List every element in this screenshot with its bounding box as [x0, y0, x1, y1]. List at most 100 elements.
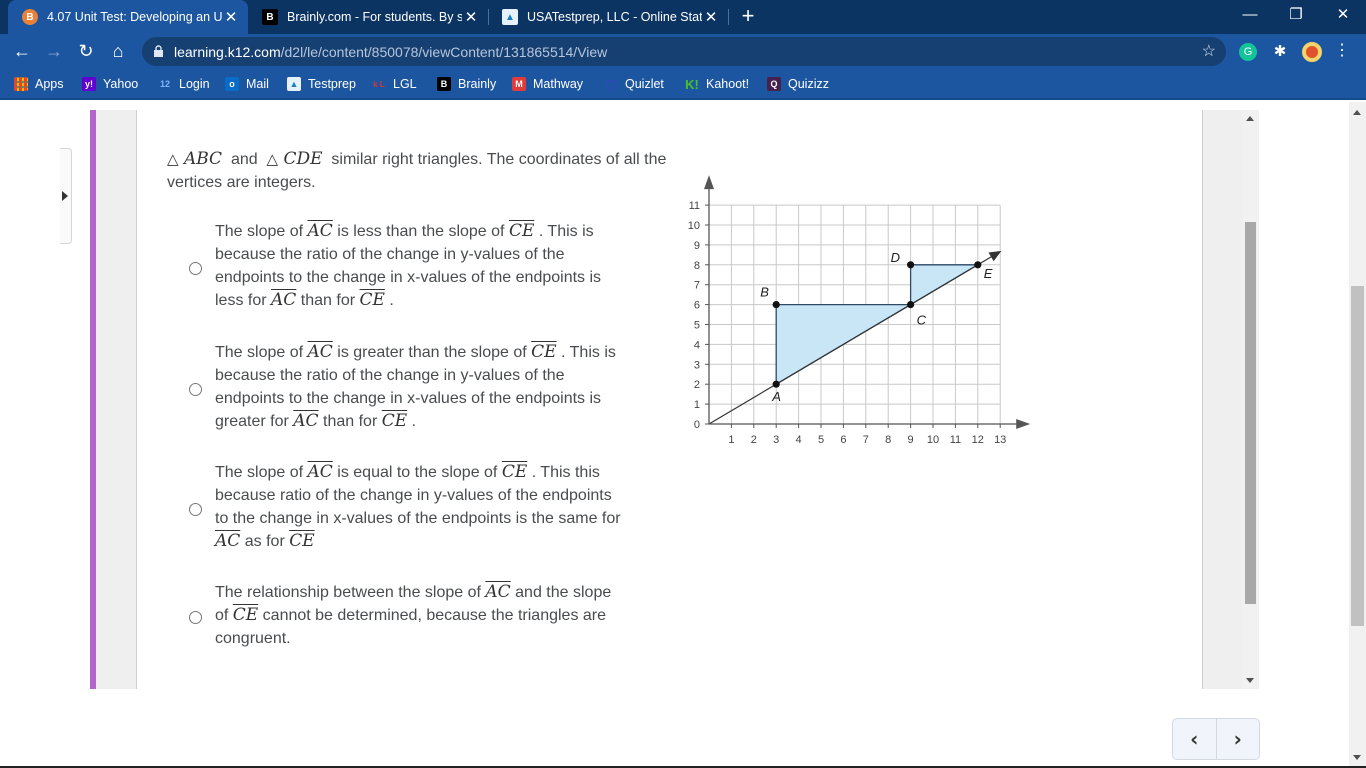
- bookmark-yahoo[interactable]: y! Yahoo: [82, 76, 138, 92]
- bookmark-login[interactable]: 12 Login: [158, 76, 210, 92]
- bookmark-kahoot[interactable]: K! Kahoot!: [685, 76, 749, 92]
- close-tab-icon[interactable]: ✕: [462, 8, 480, 26]
- browser-toolbar: ← → ↻ ⌂ learning.k12.com/d2l/le/content/…: [0, 34, 1366, 68]
- point-c: [907, 301, 915, 309]
- question-stem: △ ABC and △ CDE similar right triangles.…: [167, 149, 667, 191]
- scroll-down-arrow-icon[interactable]: [1353, 755, 1361, 760]
- menu-kebab-icon[interactable]: ⋮: [1330, 39, 1354, 63]
- bookmark-quizizz[interactable]: Q Quizizz: [767, 76, 829, 92]
- x-tick-label: 8: [885, 434, 891, 446]
- next-page-button[interactable]: ›: [1217, 719, 1260, 759]
- answer-option-4[interactable]: The relationship between the slope of AC…: [167, 581, 627, 650]
- point-label-d: D: [891, 250, 900, 265]
- bookmark-label: Brainly: [458, 77, 497, 91]
- bookmark-brainly[interactable]: B Brainly: [437, 76, 496, 92]
- y-tick-label: 6: [694, 300, 700, 312]
- bookmark-lgl[interactable]: k L LGL: [372, 76, 417, 92]
- y-tick-label: 8: [694, 260, 700, 272]
- url-text[interactable]: learning.k12.com/d2l/le/content/850078/v…: [174, 44, 607, 60]
- kahoot-icon: K!: [685, 76, 699, 92]
- bookmark-star-icon[interactable]: ☆: [1202, 41, 1216, 61]
- point-a: [772, 380, 780, 388]
- triangle-cde: △ CDE: [266, 149, 323, 169]
- x-tick-label: 5: [818, 434, 824, 446]
- sidebar-toggle-button[interactable]: [60, 148, 72, 244]
- bookmark-testprep[interactable]: ▲ Testprep: [287, 76, 356, 92]
- answer-option-3[interactable]: The slope of AC is equal to the slope of…: [167, 461, 627, 553]
- option-text: The slope of AC is less than the slope o…: [215, 221, 602, 310]
- y-tick-label: 2: [694, 379, 700, 391]
- forward-button[interactable]: →: [42, 39, 66, 63]
- caret-right-icon: [62, 191, 68, 201]
- scroll-down-arrow-icon[interactable]: [1246, 678, 1254, 683]
- y-tick-label: 3: [694, 359, 700, 371]
- apps-grid-icon: [14, 77, 28, 91]
- quizizz-icon: Q: [767, 77, 781, 91]
- close-tab-icon[interactable]: ✕: [702, 8, 720, 26]
- url-path: /d2l/le/content/850078/viewContent/13186…: [280, 44, 608, 60]
- point-e: [974, 261, 982, 269]
- scroll-up-arrow-icon[interactable]: [1353, 110, 1361, 115]
- tab-usatestprep[interactable]: ▲ USATestprep, LLC - Online State- ✕: [488, 0, 728, 34]
- x-tick-label: 9: [908, 434, 914, 446]
- question-frame: △ ABC and △ CDE similar right triangles.…: [137, 110, 1202, 689]
- window-close-button[interactable]: ✕: [1320, 0, 1366, 30]
- x-tick-label: 2: [751, 434, 757, 446]
- extensions-puzzle-icon[interactable]: ✱: [1271, 43, 1289, 61]
- new-tab-button[interactable]: +: [736, 4, 760, 28]
- bookmark-label: LGL: [393, 77, 417, 91]
- k12-icon: 12: [159, 79, 170, 89]
- y-tick-label: 11: [689, 200, 700, 212]
- x-tick-label: 7: [863, 434, 869, 446]
- point-d: [907, 261, 915, 269]
- radio-button[interactable]: [189, 383, 202, 396]
- bookmark-mail[interactable]: o Mail: [225, 76, 269, 92]
- point-label-c: C: [917, 313, 927, 328]
- bookmark-label: Apps: [35, 77, 64, 91]
- back-button[interactable]: ←: [10, 39, 34, 63]
- ray-arrowhead: [988, 250, 1002, 262]
- minimize-button[interactable]: —: [1227, 0, 1273, 30]
- triangle-abc: △ ABC: [167, 149, 223, 169]
- restore-button[interactable]: ❐: [1273, 0, 1319, 30]
- reload-button[interactable]: ↻: [74, 39, 98, 63]
- bookmark-quizlet[interactable]: Q Quizlet: [604, 76, 664, 92]
- quizlet-icon: Q: [605, 76, 617, 92]
- y-tick-label: 5: [694, 320, 700, 332]
- lgl-icon: k L: [373, 79, 385, 89]
- x-tick-label: 13: [994, 434, 1006, 446]
- testprep-icon: ▲: [287, 77, 301, 91]
- bookmark-mathway[interactable]: M Mathway: [512, 76, 583, 92]
- url-host: learning.k12.com: [174, 44, 281, 60]
- close-tab-icon[interactable]: ✕: [222, 8, 240, 26]
- answer-option-2[interactable]: The slope of AC is greater than the slop…: [167, 341, 627, 433]
- y-tick-label: 4: [694, 339, 700, 351]
- bookmark-label: Kahoot!: [706, 77, 750, 91]
- outlook-icon: o: [225, 77, 239, 91]
- yahoo-icon: y!: [82, 77, 96, 91]
- tab-unit-test[interactable]: B 4.07 Unit Test: Developing an Un ✕: [8, 0, 248, 34]
- point-label-a: A: [771, 389, 781, 404]
- y-tick-label: 9: [694, 240, 700, 252]
- previous-page-button[interactable]: ‹: [1173, 719, 1217, 759]
- option-text: The slope of AC is greater than the slop…: [215, 342, 616, 431]
- page-scrollbar[interactable]: [1349, 102, 1366, 766]
- grammarly-icon[interactable]: G: [1239, 43, 1257, 61]
- left-gutter: [96, 110, 137, 689]
- x-tick-label: 6: [840, 434, 846, 446]
- bookmark-label: Quizizz: [788, 77, 829, 91]
- radio-button[interactable]: [189, 262, 202, 275]
- home-button[interactable]: ⌂: [106, 39, 130, 63]
- radio-button[interactable]: [189, 611, 202, 624]
- frame-scrollbar[interactable]: [1242, 110, 1259, 689]
- scrollbar-thumb[interactable]: [1351, 286, 1364, 626]
- bookmark-label: Mail: [246, 77, 269, 91]
- profile-avatar[interactable]: [1302, 42, 1322, 62]
- answer-option-1[interactable]: The slope of AC is less than the slope o…: [167, 220, 627, 312]
- scrollbar-thumb[interactable]: [1245, 222, 1256, 604]
- radio-button[interactable]: [189, 503, 202, 516]
- scroll-up-arrow-icon[interactable]: [1246, 116, 1254, 121]
- address-bar[interactable]: learning.k12.com/d2l/le/content/850078/v…: [142, 37, 1226, 66]
- tab-brainly[interactable]: B Brainly.com - For students. By stu ✕: [248, 0, 488, 34]
- bookmark-apps[interactable]: Apps: [14, 76, 64, 92]
